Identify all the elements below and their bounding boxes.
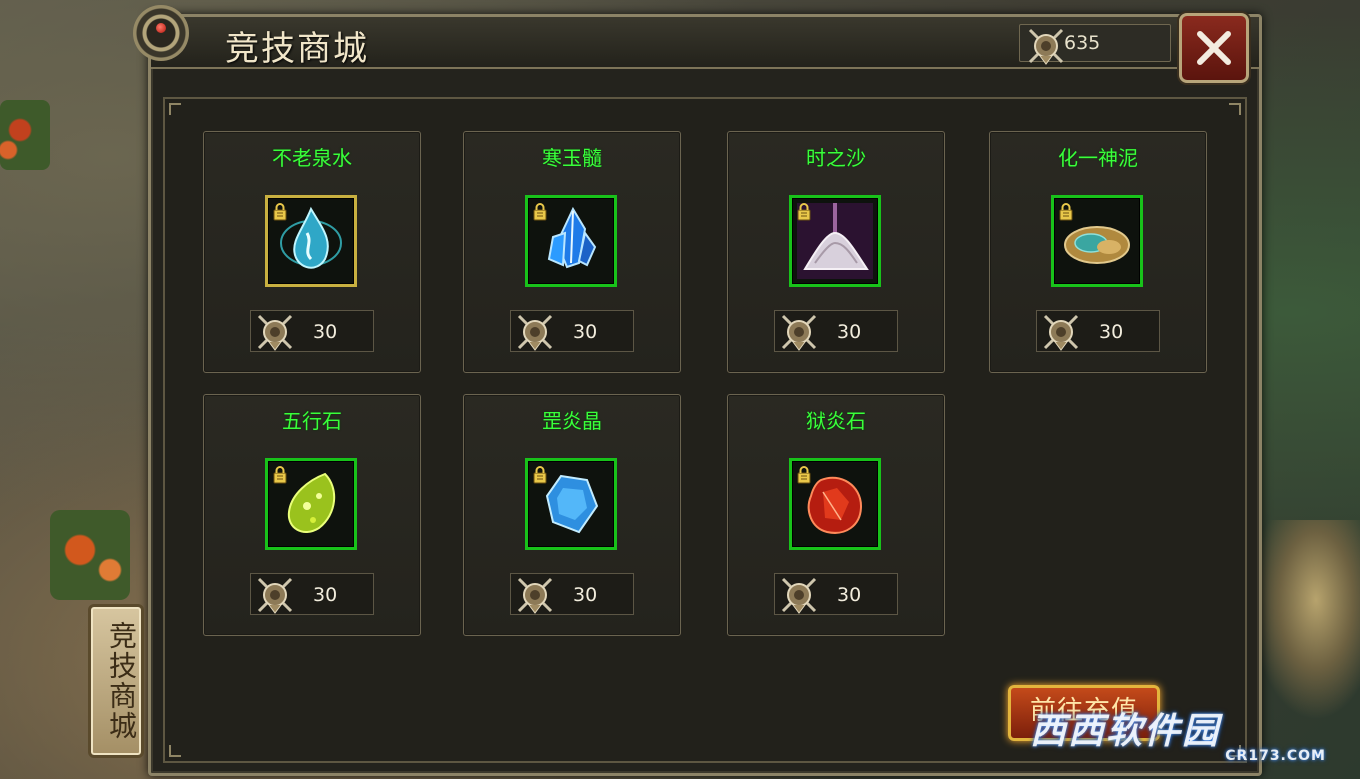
close-icon: [1197, 31, 1231, 65]
item-icon-frame[interactable]: [789, 458, 881, 550]
watermark-url: CR173.COM: [1225, 748, 1326, 764]
price-value: 30: [837, 321, 862, 343]
arena-token-icon: [1043, 314, 1079, 352]
lock-icon: [273, 466, 287, 484]
shop-item-card[interactable]: 五行石 30: [203, 394, 421, 636]
price-value: 30: [837, 584, 862, 606]
item-name: 狱炎石: [806, 409, 866, 433]
item-name: 寒玉髓: [542, 146, 602, 170]
emblem-icon: [133, 5, 189, 61]
item-price: 30: [774, 573, 898, 615]
item-icon-frame[interactable]: [525, 458, 617, 550]
lock-icon: [797, 203, 811, 221]
side-tab-label: 竞技商城: [105, 621, 138, 741]
item-icon-frame[interactable]: [265, 458, 357, 550]
arena-token-icon: [781, 314, 817, 352]
item-price: 30: [250, 573, 374, 615]
shop-content-panel: 不老泉水 30 寒玉髓 30 时之沙 30 化一神泥 30 五行石 30 罡炎晶…: [163, 97, 1247, 763]
close-button[interactable]: [1179, 13, 1249, 83]
window-title: 竞技商城: [225, 29, 369, 69]
shop-item-card[interactable]: 时之沙 30: [727, 131, 945, 373]
lock-icon: [797, 466, 811, 484]
price-value: 30: [313, 584, 338, 606]
price-value: 30: [573, 584, 598, 606]
shop-item-card[interactable]: 化一神泥 30: [989, 131, 1207, 373]
watermark-site: 西西软件园: [1030, 711, 1221, 752]
arena-token-icon: [781, 577, 817, 615]
item-price: 30: [774, 310, 898, 352]
lock-icon: [533, 203, 547, 221]
lock-icon: [273, 203, 287, 221]
price-value: 30: [313, 321, 338, 343]
price-value: 30: [1099, 321, 1124, 343]
background-ornament: [1250, 520, 1360, 720]
item-name: 罡炎晶: [542, 409, 602, 433]
item-name: 化一神泥: [1058, 146, 1138, 170]
shop-item-card[interactable]: 狱炎石 30: [727, 394, 945, 636]
price-value: 30: [573, 321, 598, 343]
item-name: 五行石: [282, 409, 342, 433]
arena-token-icon: [1028, 28, 1064, 66]
arena-shop-side-tab[interactable]: 竞技商城: [88, 604, 144, 758]
lock-icon: [533, 466, 547, 484]
background-flowers: [50, 510, 130, 600]
title-bar: 竞技商城 635: [133, 5, 1259, 83]
currency-display: 635: [1019, 24, 1171, 66]
item-price: 30: [1036, 310, 1160, 352]
background-flowers: [0, 100, 50, 170]
item-icon-frame[interactable]: [1051, 195, 1143, 287]
item-icon-frame[interactable]: [525, 195, 617, 287]
item-name: 不老泉水: [272, 146, 352, 170]
shop-item-card[interactable]: 不老泉水 30: [203, 131, 421, 373]
item-price: 30: [510, 573, 634, 615]
shop-item-card[interactable]: 寒玉髓 30: [463, 131, 681, 373]
arena-token-icon: [517, 577, 553, 615]
lock-icon: [1059, 203, 1073, 221]
currency-amount: 635: [1064, 32, 1101, 54]
arena-token-icon: [517, 314, 553, 352]
item-price: 30: [510, 310, 634, 352]
arena-token-icon: [257, 577, 293, 615]
arena-shop-window: 竞技商城 635 不老泉水 30 寒玉髓 30 时之沙 30 化一神泥 30 五…: [133, 5, 1262, 776]
item-price: 30: [250, 310, 374, 352]
item-name: 时之沙: [806, 146, 866, 170]
arena-token-icon: [257, 314, 293, 352]
item-icon-frame[interactable]: [789, 195, 881, 287]
item-icon-frame[interactable]: [265, 195, 357, 287]
shop-item-card[interactable]: 罡炎晶 30: [463, 394, 681, 636]
watermark: 西西软件园 CR173.COM: [1030, 702, 1358, 774]
